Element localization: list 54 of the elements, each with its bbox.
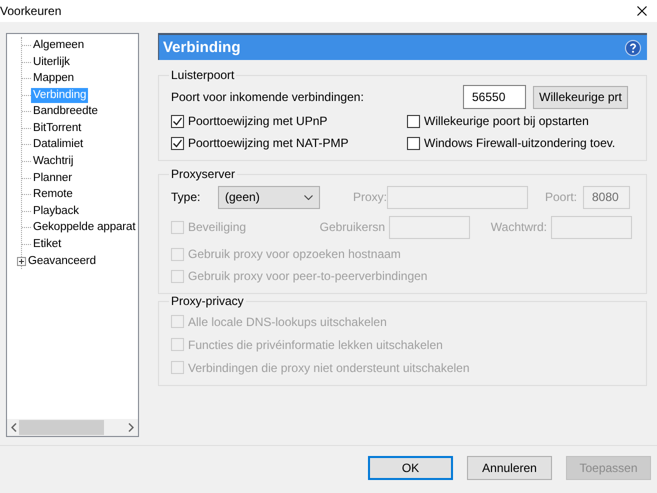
help-icon[interactable] (625, 40, 641, 56)
panel-title: Verbinding (163, 39, 241, 56)
checkbox[interactable] (171, 114, 184, 128)
username-input[interactable] (389, 216, 470, 238)
tree-item[interactable]: Bandbreedte (31, 104, 100, 120)
field-label: Proxy: (352, 190, 387, 204)
checkbox-label: Gebruik proxy voor peer-to-peerverbindingen (188, 269, 428, 283)
checkbox-label: Poorttoewijzing met NAT-PMP (188, 136, 348, 150)
checkbox-label: Beveiliging (188, 220, 246, 234)
port-input[interactable]: 56550 (463, 85, 526, 109)
random-port-button[interactable]: Willekeurige prt (533, 86, 628, 108)
checkbox[interactable] (407, 114, 420, 128)
group-title: Proxyserver (170, 167, 236, 181)
tree-item[interactable]: Uiterlijk (31, 54, 72, 70)
field-label: Wachtwrd: (490, 220, 547, 234)
dialog-button[interactable]: OK (368, 456, 453, 480)
expand-icon[interactable] (17, 256, 26, 266)
tree-item[interactable]: Playback (31, 204, 81, 219)
tree-item[interactable]: Remote (31, 187, 75, 202)
close-icon[interactable] (637, 6, 647, 16)
field-label: Poort: (544, 190, 577, 204)
type-dropdown[interactable]: (geen) (218, 186, 320, 208)
checkbox-label: Poorttoewijzing met UPnP (188, 114, 328, 128)
scroll-right-icon[interactable] (128, 423, 134, 432)
scrollbar-thumb[interactable] (19, 420, 104, 435)
scroll-left-icon[interactable] (11, 423, 17, 432)
tree-item[interactable]: Algemeen (31, 38, 86, 53)
checkbox-label: Alle locale DNS-lookups uitschakelen (188, 314, 387, 328)
checkbox-label: Gebruik proxy voor opzoeken hostnaam (188, 247, 401, 261)
tree-item[interactable]: Etiket (31, 236, 64, 252)
checkbox-label: Verbindingen die proxy niet ondersteunt uitschakelen (188, 360, 470, 374)
tree-item[interactable]: Planner (31, 170, 74, 186)
checkbox-label: Windows Firewall-uitzondering toev. (424, 136, 616, 150)
window-title: Voorkeuren (0, 4, 62, 18)
dialog-button[interactable]: Annuleren (467, 456, 552, 480)
checkbox[interactable] (171, 136, 184, 150)
field-label: Gebruikersn (318, 220, 385, 234)
tree-item[interactable]: Datalimiet (31, 137, 86, 152)
chevron-down-icon (304, 194, 313, 200)
field-label: Type: (171, 190, 202, 204)
tree-item[interactable]: Mappen (31, 71, 76, 86)
tree-item[interactable]: Wachtrij (31, 154, 76, 170)
horizontal-scrollbar[interactable] (7, 419, 138, 436)
tree-item[interactable]: BitTorrent (31, 120, 84, 136)
field-label: Poort voor inkomende verbindingen: (171, 90, 365, 104)
group-title: Luisterpoort (170, 68, 236, 82)
checkbox-label: Willekeurige poort bij opstarten (424, 114, 589, 128)
group-title: Proxy-privacy (170, 294, 245, 308)
password-input[interactable] (551, 216, 632, 238)
checkbox[interactable] (407, 136, 420, 150)
tree-item[interactable]: Gekoppelde apparat (31, 220, 138, 236)
tree-item[interactable]: Geavanceerd (26, 254, 98, 269)
checkbox-label: Functies die privéinformatie lekken uitschakelen (188, 338, 443, 352)
port-input[interactable]: 8080 (583, 186, 630, 208)
